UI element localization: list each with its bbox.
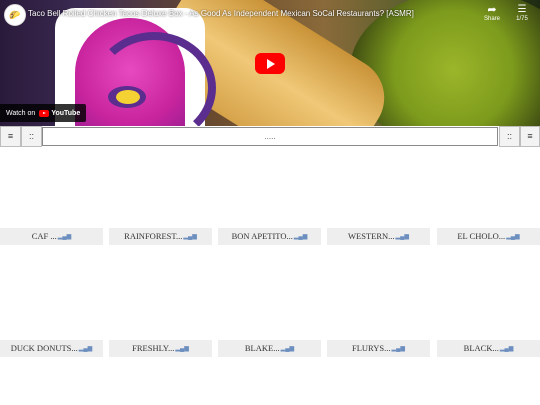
restaurant-label[interactable]: EL CHOLO...▂▄▆ <box>437 228 540 245</box>
video-embed[interactable]: 🌮 Taco Bell Rolled Chicken Tacos Deluxe … <box>0 0 540 126</box>
restaurant-label[interactable]: BLAKE...▂▄▆ <box>218 340 321 357</box>
search-input[interactable]: ..... <box>42 127 498 146</box>
restaurant-thumbnail[interactable] <box>0 147 103 228</box>
restaurant-thumbnail[interactable] <box>437 147 540 228</box>
signal-bars-icon: ▂▄▆ <box>395 234 409 240</box>
signal-bars-icon: ▂▄▆ <box>499 346 514 352</box>
restaurant-card[interactable]: BLAKE...▂▄▆ <box>218 259 321 370</box>
restaurant-card[interactable]: BON APETITO...▂▄▆ <box>218 147 321 258</box>
restaurant-card[interactable]: FRESHLY...▂▄▆ <box>109 259 212 370</box>
watch-on-youtube-button[interactable]: Watch on YouTube <box>0 104 87 122</box>
playlist-icon: ☰ <box>517 4 527 15</box>
restaurant-label[interactable]: RAINFOREST...▂▄▆ <box>109 228 212 245</box>
video-title[interactable]: Taco Bell Rolled Chicken Tacos Deluxe Bo… <box>28 9 428 18</box>
restaurant-card[interactable]: WESTERN...▂▄▆ <box>327 147 430 258</box>
right-menu-button[interactable]: ≡ <box>520 126 540 147</box>
taco-bell-logo-eye-inner <box>116 90 140 104</box>
restaurant-thumbnail[interactable] <box>218 147 321 228</box>
signal-bars-icon: ▂▄▆ <box>57 234 72 240</box>
signal-bars-icon: ▂▄▆ <box>183 234 197 240</box>
channel-avatar[interactable]: 🌮 <box>4 4 26 26</box>
toolbar: ≡ :: ..... :: ≡ <box>0 126 540 147</box>
restaurant-label[interactable]: FLURYS...▂▄▆ <box>327 340 430 357</box>
restaurant-thumbnail[interactable] <box>0 259 103 340</box>
signal-bars-icon: ▂▄▆ <box>78 346 93 352</box>
restaurant-card[interactable]: CAF ...▂▄▆ <box>0 147 103 258</box>
restaurant-label[interactable]: DUCK DONUTS...▂▄▆ <box>0 340 103 357</box>
play-button[interactable] <box>255 53 285 74</box>
restaurant-thumbnail[interactable] <box>437 259 540 340</box>
share-label: Share <box>483 16 500 22</box>
signal-bars-icon: ▂▄▆ <box>391 346 405 352</box>
signal-bars-icon: ▂▄▆ <box>506 234 520 240</box>
restaurant-card[interactable]: DUCK DONUTS...▂▄▆ <box>0 259 103 370</box>
restaurant-label[interactable]: CAF ...▂▄▆ <box>0 228 103 245</box>
signal-bars-icon: ▂▄▆ <box>280 346 295 352</box>
right-grid-button[interactable]: :: <box>499 126 520 147</box>
share-button[interactable]: ➦ Share <box>476 4 508 22</box>
restaurant-label[interactable]: BON APETITO...▂▄▆ <box>218 228 321 245</box>
restaurant-card[interactable]: RAINFOREST...▂▄▆ <box>109 147 212 258</box>
restaurant-thumbnail[interactable] <box>327 259 430 340</box>
restaurant-card[interactable]: EL CHOLO...▂▄▆ <box>437 147 540 258</box>
restaurant-thumbnail[interactable] <box>327 147 430 228</box>
restaurant-thumbnail[interactable] <box>109 259 212 340</box>
restaurant-thumbnail[interactable] <box>109 147 212 228</box>
playlist-counter: 1/75 <box>516 16 528 22</box>
restaurant-thumbnail[interactable] <box>218 259 321 340</box>
left-menu-button[interactable]: ≡ <box>0 126 21 147</box>
restaurant-card[interactable]: BLACK...▂▄▆ <box>437 259 540 370</box>
share-icon: ➦ <box>487 4 497 16</box>
watch-on-label: Watch on <box>6 109 36 117</box>
left-grid-button[interactable]: :: <box>21 126 42 147</box>
restaurant-card[interactable]: FLURYS...▂▄▆ <box>327 259 430 370</box>
signal-bars-icon: ▂▄▆ <box>293 234 308 240</box>
youtube-label: YouTube <box>51 109 81 117</box>
restaurant-label[interactable]: BLACK...▂▄▆ <box>437 340 540 357</box>
playlist-button[interactable]: ☰ 1/75 <box>508 4 536 22</box>
signal-bars-icon: ▂▄▆ <box>175 346 189 352</box>
youtube-play-icon <box>39 109 50 117</box>
youtube-logo: YouTube <box>39 109 81 117</box>
restaurant-label[interactable]: FRESHLY...▂▄▆ <box>109 340 212 357</box>
restaurant-label[interactable]: WESTERN...▂▄▆ <box>327 228 430 245</box>
